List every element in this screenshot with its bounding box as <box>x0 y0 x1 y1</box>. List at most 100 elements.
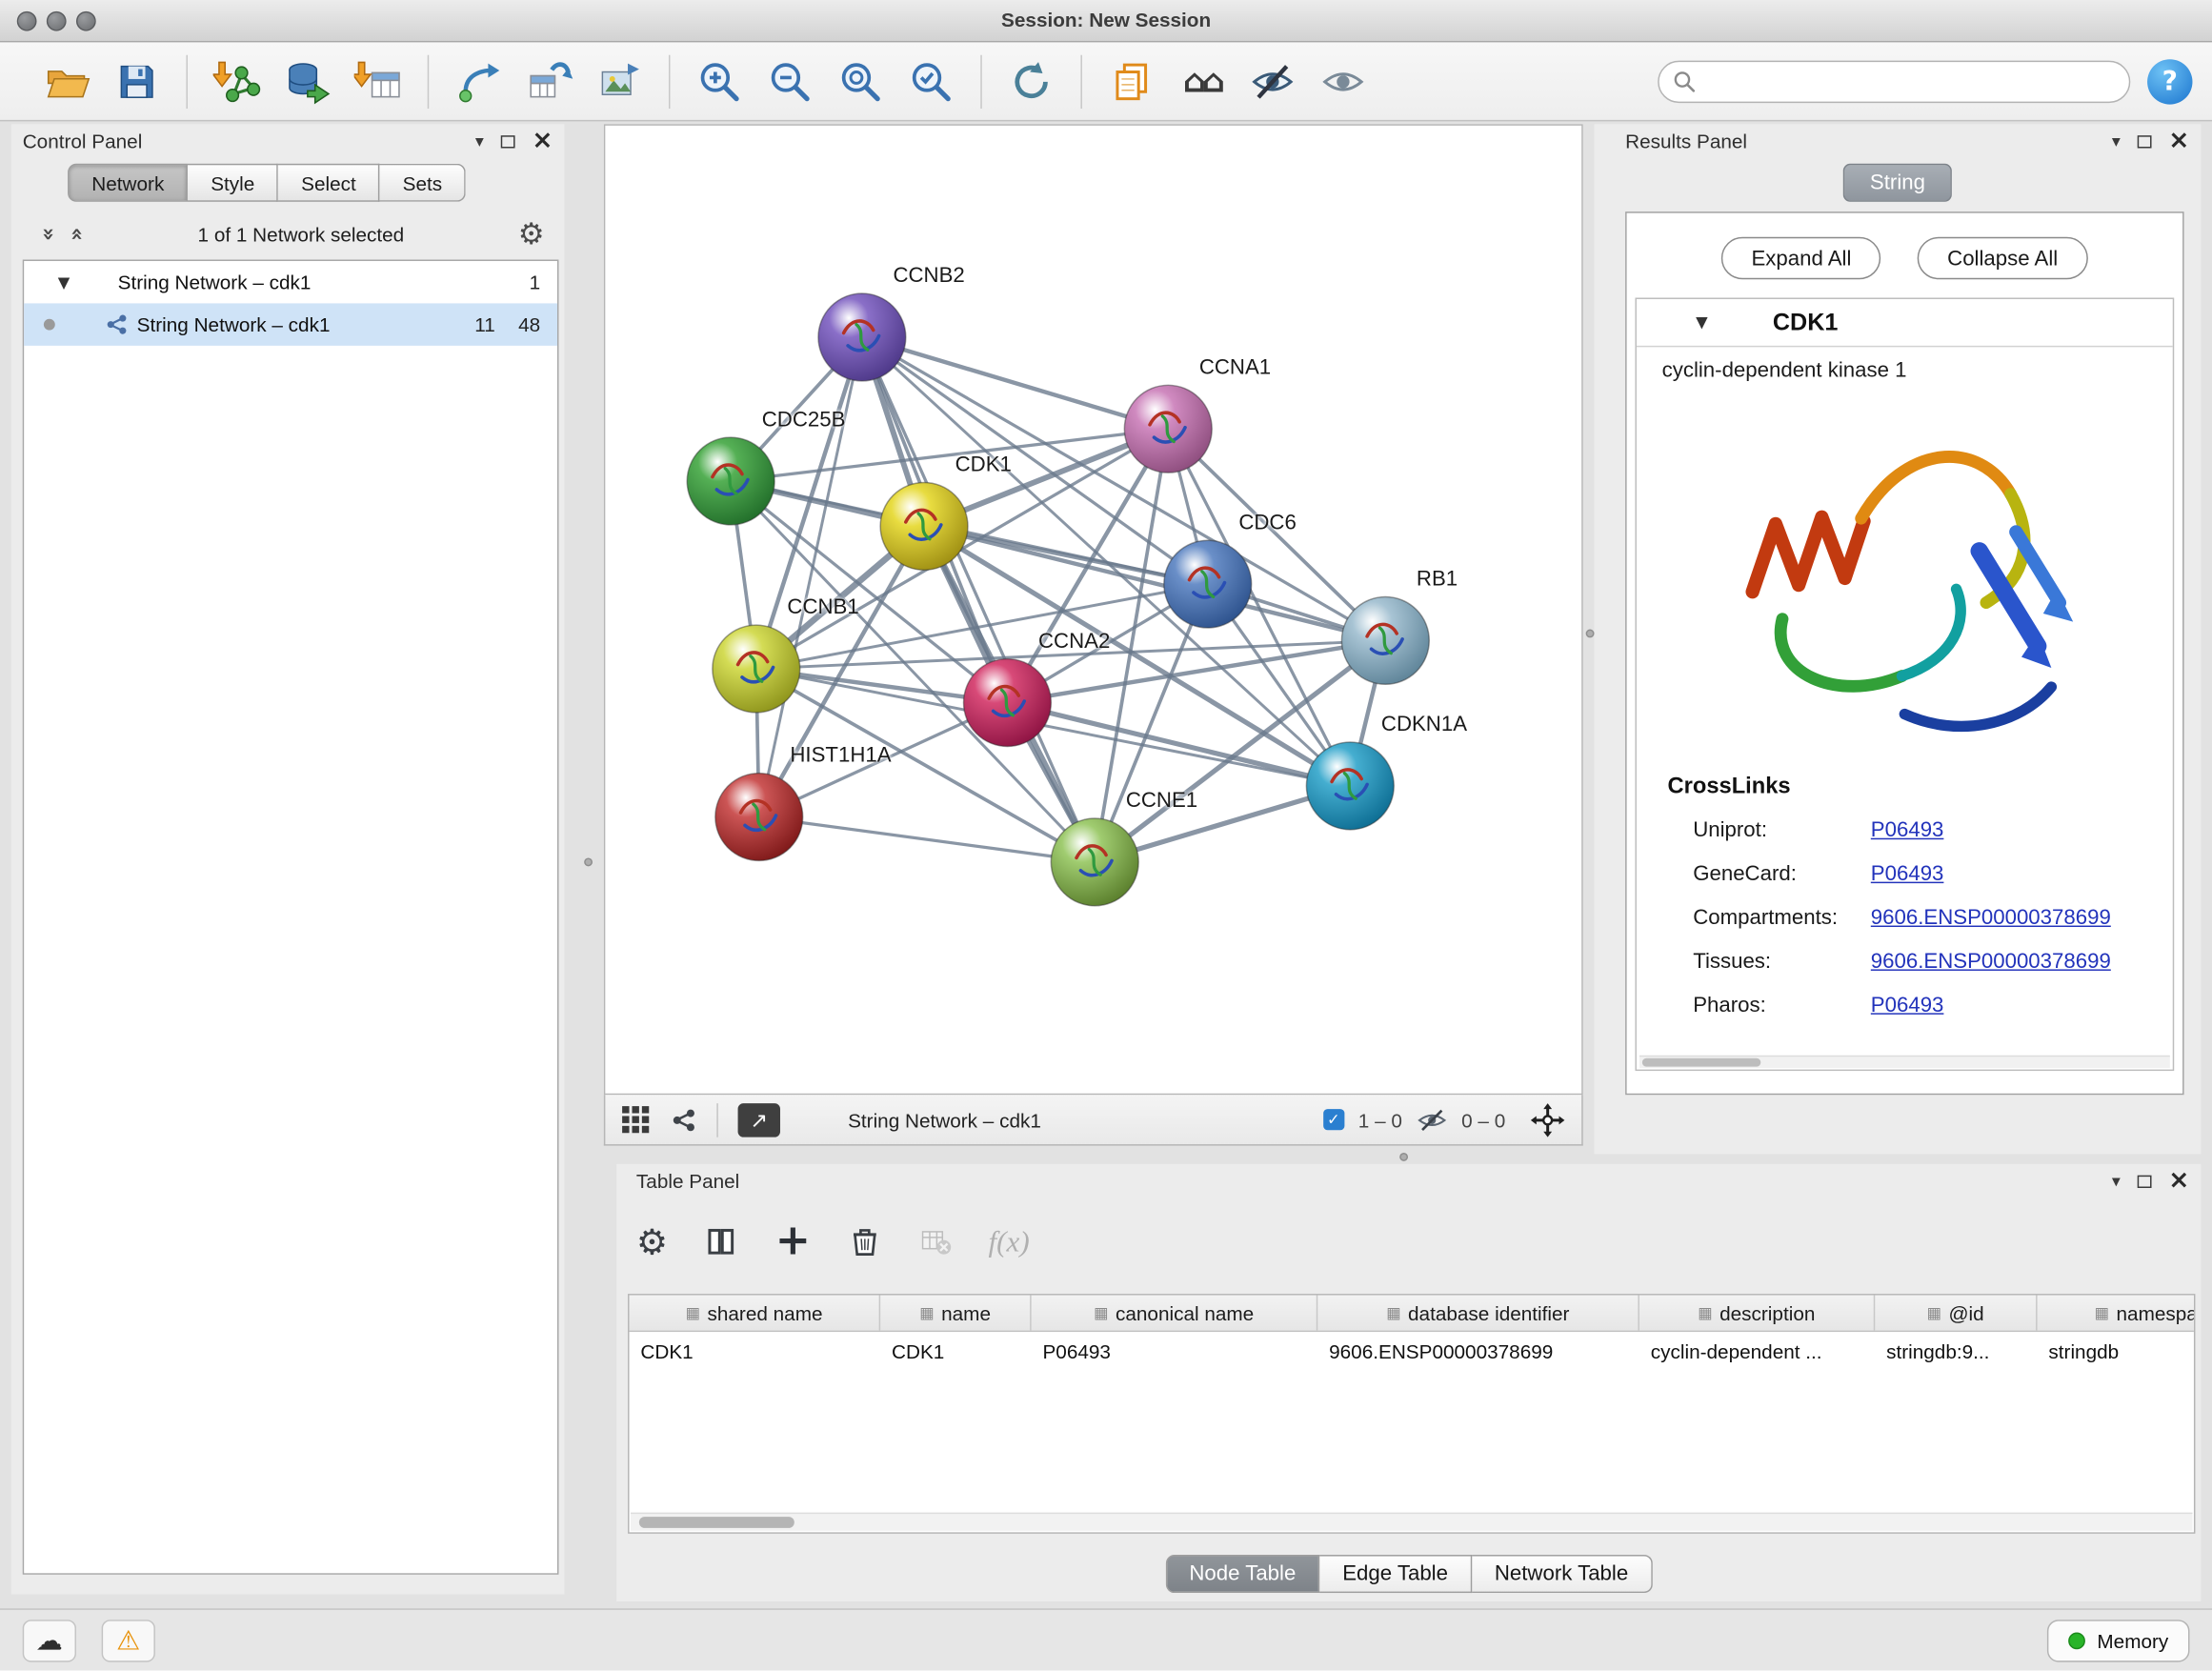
table-cell[interactable]: CDK1 <box>880 1332 1031 1370</box>
table-cell[interactable]: cyclin-dependent ... <box>1639 1332 1875 1370</box>
edge-CCNB2-CCNA1[interactable] <box>862 337 1168 429</box>
import-network-from-file-button[interactable] <box>209 53 265 110</box>
pan-crosshair-icon[interactable] <box>1531 1102 1565 1137</box>
open-session-button[interactable] <box>38 53 94 110</box>
crosslink-row: Compartments: 9606.ENSP00000378699 <box>1637 896 2173 939</box>
tab-network-table[interactable]: Network Table <box>1472 1555 1652 1593</box>
hide-panel-button[interactable] <box>1244 53 1300 110</box>
refresh-view-button[interactable] <box>1003 53 1059 110</box>
open-folder-icon <box>42 57 90 105</box>
tab-select[interactable]: Select <box>278 164 380 202</box>
panel-close-icon[interactable]: × <box>2168 129 2189 154</box>
crosslink-link[interactable]: 9606.ENSP00000378699 <box>1871 906 2111 930</box>
entry-expanded-icon[interactable]: ▼ <box>1696 313 1708 332</box>
copy-annotations-button[interactable] <box>1103 53 1159 110</box>
export-network-button[interactable]: ↗ <box>738 1102 780 1137</box>
zoom-in-button[interactable] <box>692 53 748 110</box>
table-cell[interactable]: stringdb <box>2038 1332 2196 1370</box>
panel-float-icon[interactable] <box>501 134 515 147</box>
search-input[interactable] <box>1696 70 2115 92</box>
splitter-handle[interactable] <box>1399 1153 1408 1161</box>
crosslink-link[interactable]: P06493 <box>1871 862 1944 886</box>
splitter-handle[interactable] <box>1586 630 1595 638</box>
import-table-from-file-button[interactable] <box>350 53 406 110</box>
crosslink-link[interactable]: P06493 <box>1871 994 1944 1017</box>
network-node-count: 11 <box>474 313 495 336</box>
tab-node-table[interactable]: Node Table <box>1165 1555 1319 1593</box>
column-header-description[interactable]: ▦description <box>1639 1296 1875 1331</box>
panel-collapse-icon[interactable]: ▾ <box>475 131 484 151</box>
tab-sets[interactable]: Sets <box>380 164 466 202</box>
crosslink-link[interactable]: 9606.ENSP00000378699 <box>1871 950 2111 974</box>
edge-CCNB2-CCNE1[interactable] <box>862 337 1095 862</box>
selected-checkbox-icon[interactable]: ✓ <box>1323 1109 1344 1130</box>
zoom-selected-button[interactable] <box>903 53 959 110</box>
edge-CCNB2-HIST1H1A[interactable] <box>759 337 862 817</box>
import-network-from-database-button[interactable] <box>279 53 335 110</box>
help-button[interactable]: ? <box>2147 58 2192 103</box>
home-view-button[interactable]: ⌂⌂ <box>1174 53 1230 110</box>
column-header--id[interactable]: ▦@id <box>1875 1296 2037 1331</box>
network-view-canvas[interactable]: CCNB2CCNA1CDC25BCDK1CDC6RB1CCNB1CCNA2CDK… <box>604 124 1583 1095</box>
table-cell[interactable]: stringdb:9... <box>1875 1332 2037 1370</box>
column-header-name[interactable]: ▦name <box>880 1296 1031 1331</box>
network-edge-count: 48 <box>518 313 540 336</box>
network-layout-button[interactable] <box>450 53 506 110</box>
delete-table-icon-disabled <box>917 1225 952 1259</box>
expand-all-networks-icon[interactable]: » <box>36 228 62 241</box>
collapse-all-networks-icon[interactable]: « <box>64 228 90 241</box>
birds-eye-view-icon[interactable] <box>622 1106 649 1133</box>
node-details-header[interactable]: ▼ CDK1 <box>1637 299 2173 347</box>
delete-column-trash-icon[interactable] <box>847 1225 881 1259</box>
warnings-button[interactable]: ⚠ <box>102 1619 155 1661</box>
column-header-namespace[interactable]: ▦namespace <box>2038 1296 2196 1331</box>
save-session-button[interactable] <box>109 53 165 110</box>
table-options-gear-icon[interactable]: ⚙ <box>636 1221 668 1262</box>
panel-close-icon[interactable]: × <box>2168 1168 2189 1194</box>
new-network-from-table-button[interactable] <box>520 53 576 110</box>
column-header-canonical-name[interactable]: ▦canonical name <box>1032 1296 1318 1331</box>
panel-close-icon[interactable]: × <box>532 129 553 154</box>
expand-all-button[interactable]: Expand All <box>1721 237 1880 279</box>
splitter-handle[interactable] <box>584 857 593 866</box>
results-scrollbar[interactable] <box>1639 1056 2170 1068</box>
table-row[interactable]: CDK1CDK1P064939606.ENSP00000378699cyclin… <box>630 1332 2194 1370</box>
table-cell[interactable]: CDK1 <box>630 1332 881 1370</box>
table-horizontal-scrollbar[interactable] <box>631 1513 2192 1531</box>
zoom-fit-button[interactable] <box>833 53 889 110</box>
collapse-all-button[interactable]: Collapse All <box>1918 237 2087 279</box>
tab-string-results[interactable]: String <box>1843 164 1952 202</box>
network-overview-icon[interactable] <box>672 1107 697 1133</box>
column-header-database-identifier[interactable]: ▦database identifier <box>1317 1296 1639 1331</box>
table-panel-title: Table Panel <box>636 1170 739 1193</box>
network-options-gear-icon[interactable]: ⚙ <box>518 217 545 252</box>
panel-float-icon[interactable] <box>2138 1175 2152 1187</box>
edge-CCNB2-CCNB1[interactable] <box>756 337 862 669</box>
memory-button[interactable]: Memory <box>2048 1619 2190 1661</box>
app-window: Session: New Session <box>0 0 2212 1671</box>
network-row-selected[interactable]: String Network – cdk1 11 48 <box>24 303 557 345</box>
network-collection-row[interactable]: ▼ String Network – cdk1 1 <box>24 261 557 303</box>
tab-network[interactable]: Network <box>68 164 188 202</box>
show-columns-icon[interactable] <box>705 1225 739 1259</box>
table-toolbar: ⚙ + f(x) <box>636 1206 1030 1277</box>
zoom-out-button[interactable] <box>762 53 818 110</box>
panel-collapse-icon[interactable]: ▾ <box>2112 131 2121 151</box>
column-header-shared-name[interactable]: ▦shared name <box>630 1296 881 1331</box>
tree-expanded-icon[interactable]: ▼ <box>58 273 70 292</box>
search-bar[interactable] <box>1658 60 2130 102</box>
crosslink-link[interactable]: P06493 <box>1871 818 1944 842</box>
export-image-button[interactable] <box>592 53 648 110</box>
panel-float-icon[interactable] <box>2138 134 2152 147</box>
cloud-status-button[interactable]: ☁ <box>23 1619 76 1661</box>
table-cell[interactable]: 9606.ENSP00000378699 <box>1317 1332 1639 1370</box>
tab-edge-table[interactable]: Edge Table <box>1320 1555 1473 1593</box>
panel-collapse-icon[interactable]: ▾ <box>2112 1171 2121 1191</box>
add-column-icon[interactable]: + <box>775 1220 811 1262</box>
edge-HIST1H1A-CCNE1[interactable] <box>759 816 1095 861</box>
table-cell[interactable]: P06493 <box>1032 1332 1318 1370</box>
results-panel: Results Panel ▾ × String Expand All Coll… <box>1595 124 2202 1154</box>
show-panel-button[interactable] <box>1315 53 1371 110</box>
crosslinks-title: CrossLinks <box>1668 775 2173 800</box>
tab-style[interactable]: Style <box>189 164 279 202</box>
